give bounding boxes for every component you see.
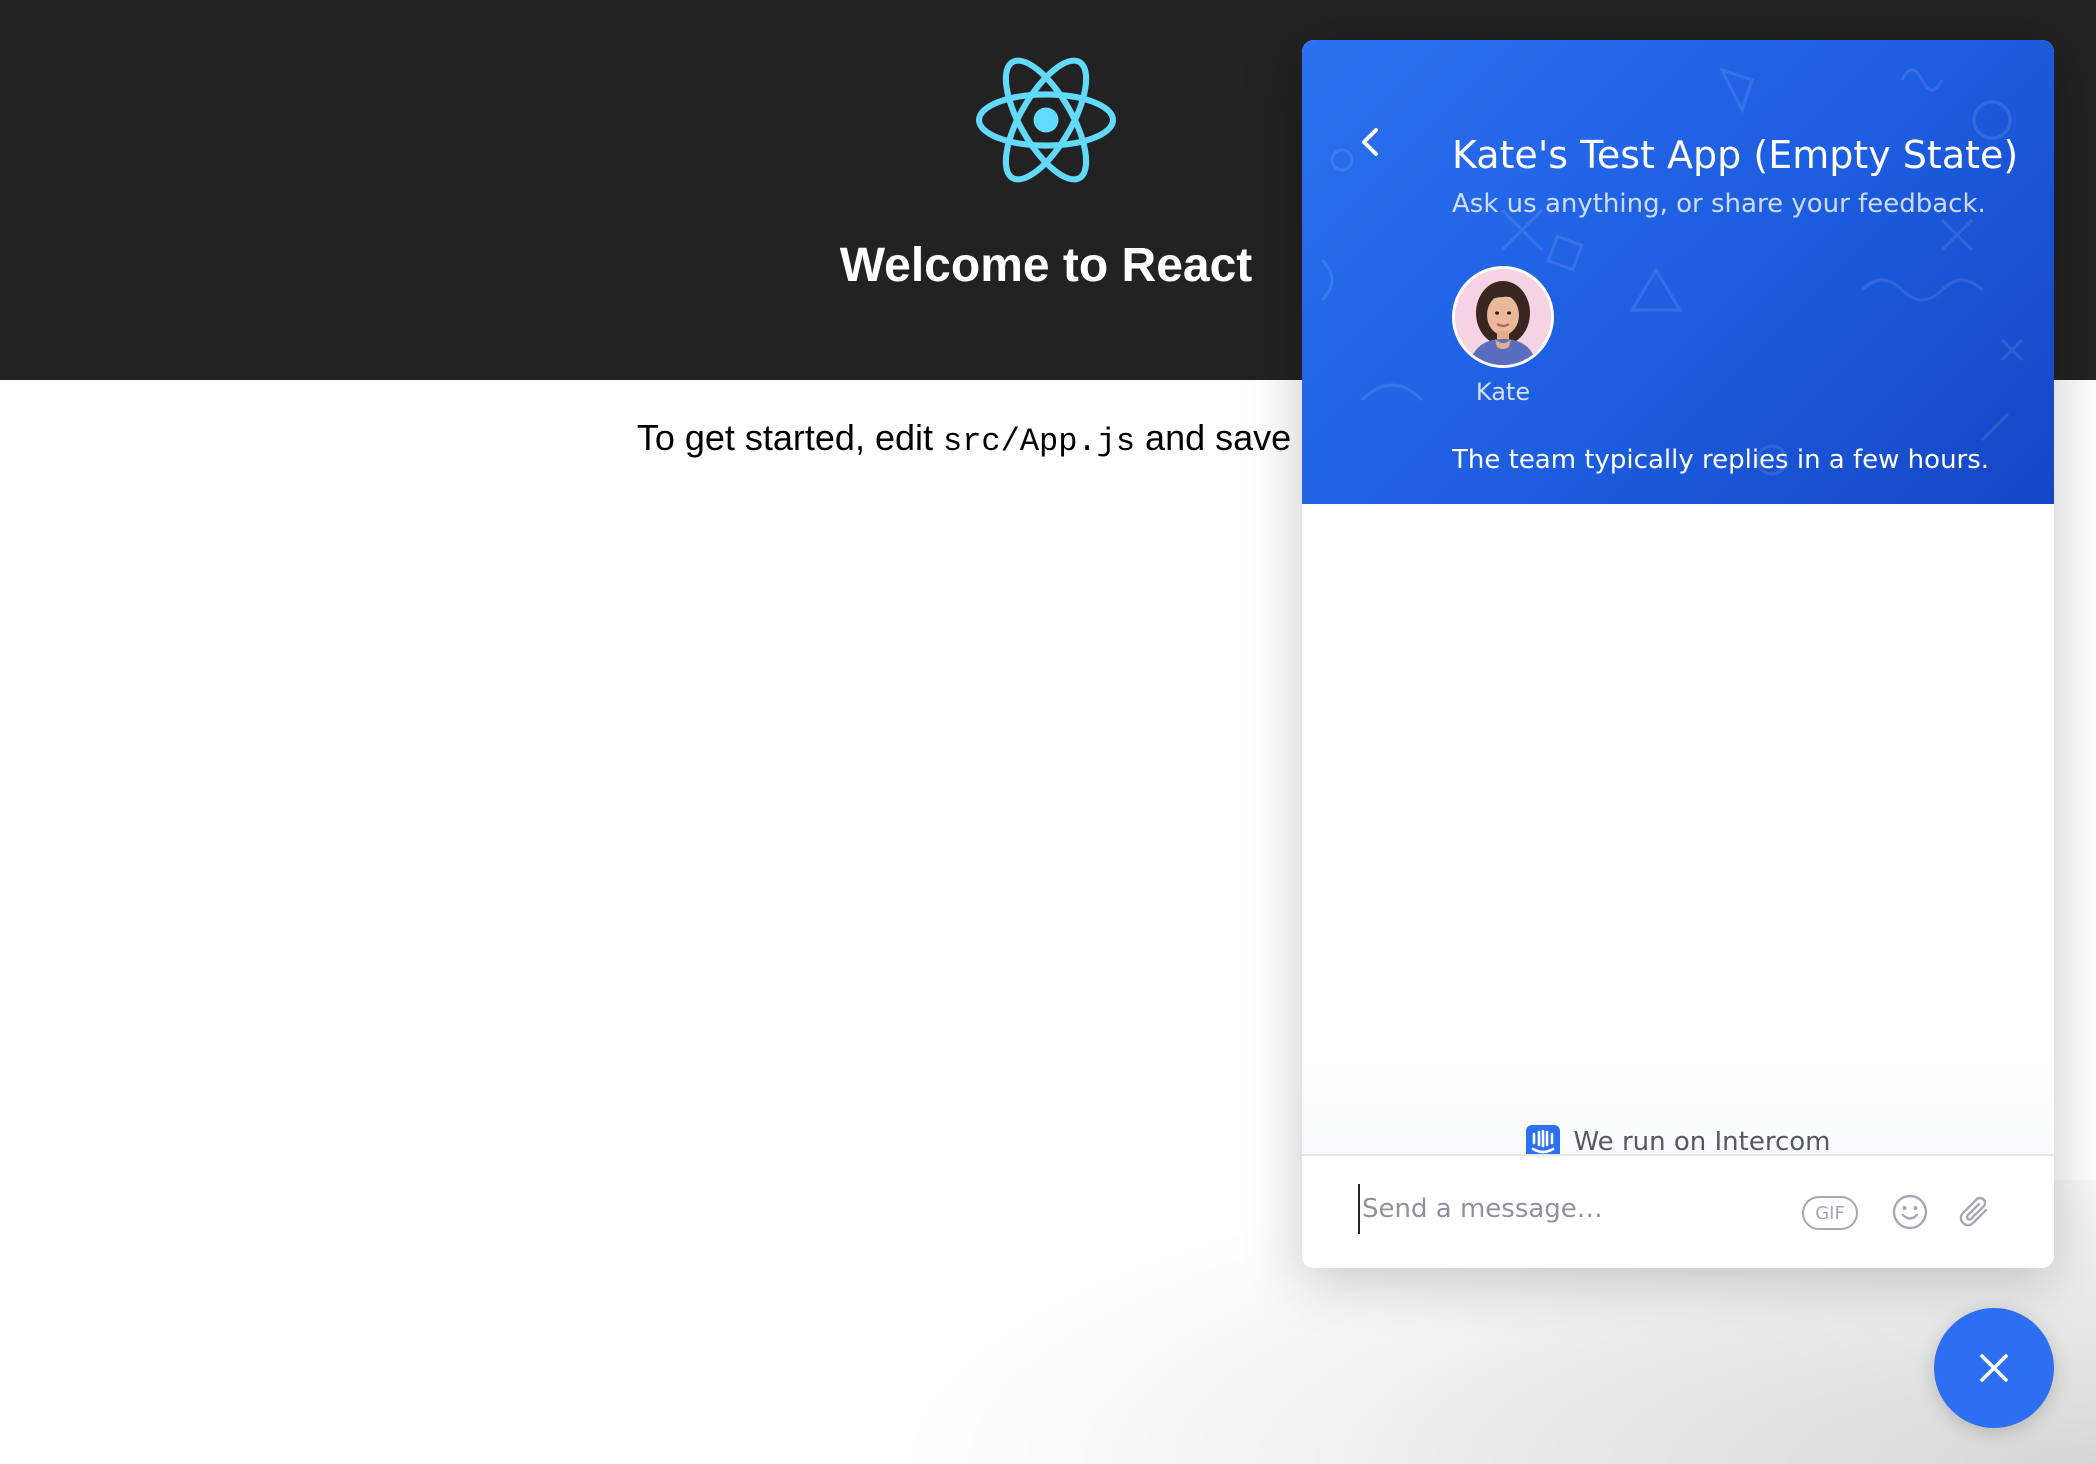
avatar-portrait [1455, 269, 1551, 365]
app-intro-code: src/App.js [943, 423, 1136, 460]
app-intro-prefix: To get started, edit [636, 417, 944, 458]
app-intro-suffix: and save [1135, 417, 1292, 458]
close-icon [1980, 1354, 2008, 1382]
message-composer: GIF [1302, 1154, 2054, 1268]
react-logo-icon [976, 57, 1116, 183]
messenger-title: Kate's Test App (Empty State) [1452, 133, 2019, 177]
page: Welcome to React To get started, edit sr… [0, 0, 2096, 1464]
launcher-close-button[interactable] [1934, 1308, 2054, 1428]
smiley-icon [1892, 1194, 1928, 1230]
header-pattern [1320, 67, 2024, 476]
reply-time-text: The team typically replies in a few hour… [1452, 445, 1990, 475]
messenger-subtitle: Ask us anything, or share your feedback. [1452, 189, 1986, 219]
message-input[interactable] [1358, 1184, 1822, 1234]
messenger-panel: Kate's Test App (Empty State) Ask us any… [1302, 40, 2054, 1268]
avatar [1452, 266, 1554, 368]
paperclip-icon [1959, 1196, 1988, 1227]
attach-button[interactable] [1956, 1192, 1996, 1232]
messenger-header: Kate's Test App (Empty State) Ask us any… [1302, 40, 2054, 504]
chevron-left-icon [1362, 128, 1378, 156]
back-button[interactable] [1344, 116, 1396, 168]
avatar-name: Kate [1475, 378, 1531, 406]
emoji-button[interactable] [1890, 1192, 1930, 1232]
conversation-body: We run on Intercom [1302, 504, 2054, 1194]
gif-button[interactable]: GIF [1802, 1196, 1858, 1230]
